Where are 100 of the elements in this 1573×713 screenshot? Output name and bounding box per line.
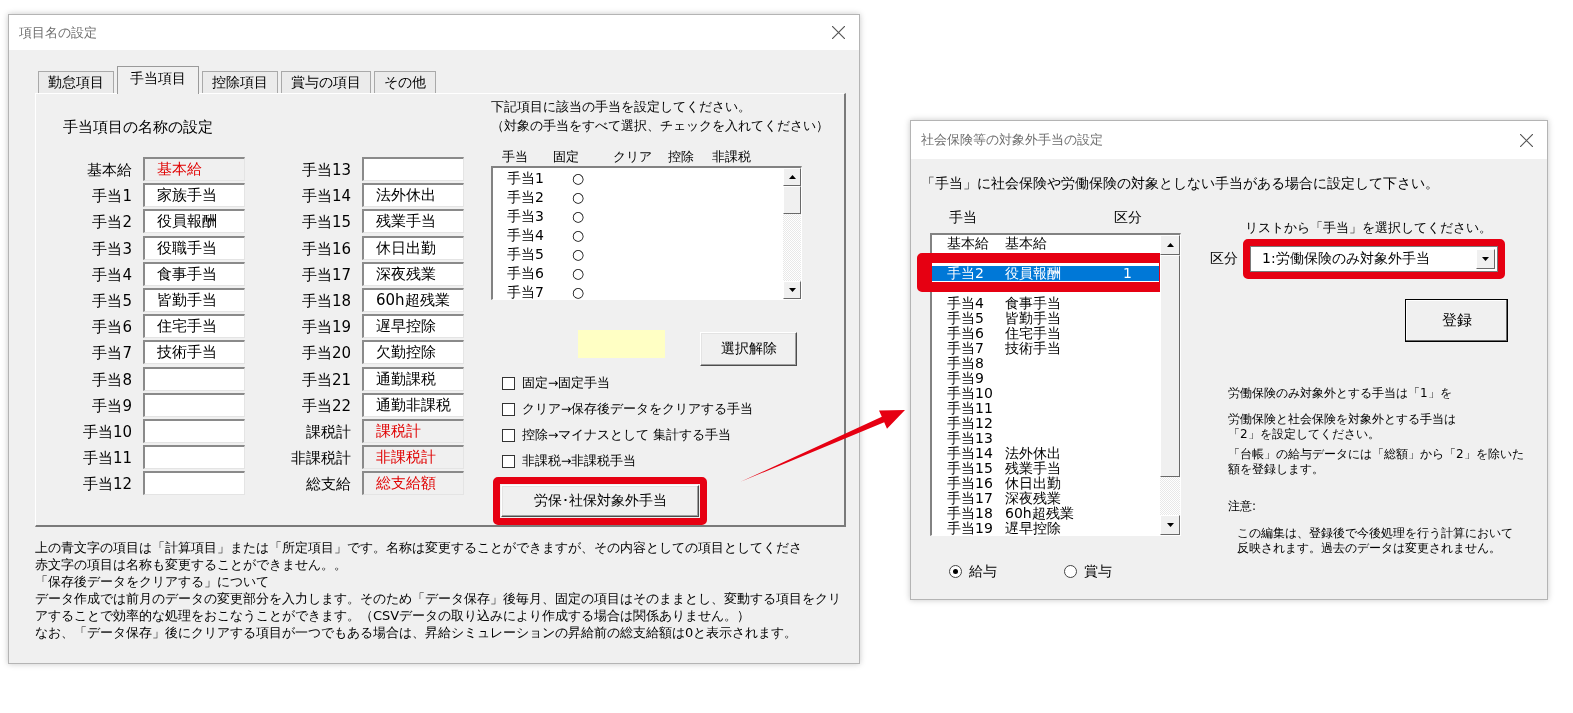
field-label: 手当3 [91,238,132,260]
text-field[interactable]: 家族手当 [143,183,245,208]
checkbox[interactable] [502,428,515,442]
text-field[interactable]: 残業手当 [362,209,464,234]
text-field[interactable] [143,471,245,496]
text-field[interactable] [143,445,245,470]
field-label: 手当6 [91,317,132,339]
list-item[interactable]: 手当13 [932,431,1160,446]
note-text: 「台帳」の給与データには「総額」から「2」を除いた額を登録します。 [1228,447,1525,477]
text-field[interactable] [143,418,245,443]
text-field[interactable]: 通勤課税 [362,366,464,391]
list-item[interactable]: 手当5 ○ [493,245,783,264]
list-item[interactable]: 手当5 皆勤手当 [932,311,1160,326]
text-field[interactable]: 技術手当 [143,340,245,365]
text-field[interactable]: 通勤非課税 [362,392,464,417]
list-item[interactable]: 手当11 [932,401,1160,416]
close-icon [1520,133,1533,147]
list-item[interactable]: 手当16 休日出勤 [932,476,1160,491]
text-field[interactable]: 食事手当 [143,261,245,286]
list-item[interactable]: 手当9 [932,371,1160,386]
list-item[interactable]: 手当12 [932,416,1160,431]
text-field[interactable] [362,157,464,181]
list-item[interactable]: 手当19 遅早控除 [932,521,1160,536]
list-item[interactable]: 手当14 法外休出 [932,446,1160,461]
field-label: 手当18 [300,290,351,312]
text-field[interactable]: 基本給 [143,157,245,181]
text-field[interactable]: 役員報酬 [143,209,245,234]
text-field[interactable]: 皆勤手当 [143,287,245,312]
close-button[interactable] [1520,133,1533,147]
list-item[interactable]: 手当7 技術手当 [932,341,1160,356]
tab[interactable]: 賞与の項目 [281,71,371,93]
scroll-up-button[interactable] [1160,235,1180,255]
list-item[interactable]: 手当6 ○ [493,264,783,283]
list-item[interactable]: 手当17 深夜残業 [932,491,1160,506]
note-text: 労働保険のみ対象外とする手当は「1」を [1228,386,1453,401]
note-text: 上の青文字の項目は「計算項目」または「所定項目」です。名称は変更することができますが、その内容としての項目としてくださ [35,539,803,556]
text-field[interactable]: 非課税計 [362,445,464,470]
category-dropdown[interactable]: 1:労働保険のみ対象外手当 [1250,246,1498,272]
list-item[interactable]: 手当10 [932,386,1160,401]
tab[interactable]: 勤怠項目 [38,71,114,93]
tab[interactable]: 控除項目 [202,71,278,93]
text-field[interactable]: 総支給額 [362,471,464,496]
note-text: 注意: [1228,499,1258,514]
checkbox[interactable] [502,402,515,416]
text-field[interactable]: 役職手当 [143,235,245,260]
field-label: 手当5 [91,290,132,312]
column-header: クリア [613,149,653,164]
dropdown-button[interactable] [1476,249,1495,269]
scrollbar-thumb[interactable] [1160,255,1180,477]
tab[interactable]: その他 [374,71,436,93]
list-item[interactable]: 手当1 ○ [493,169,783,188]
scroll-down-button[interactable] [783,281,801,299]
exempt-allowance-button[interactable]: 労保･社保対象外手当 [501,485,699,517]
list-item[interactable]: 手当15 残業手当 [932,461,1160,476]
scrollbar-thumb[interactable] [783,186,801,214]
list-item[interactable]: 手当8 [932,356,1160,371]
text-field[interactable]: 60h超残業 [362,287,464,312]
hint-text: リストから「手当」を選択してください。 [1245,220,1493,235]
column-header: 区分 [1114,209,1142,225]
instruction-text: 下記項目に該当の手当を設定してください。 [491,98,752,116]
field-label: 手当22 [300,395,351,417]
text-field[interactable]: 住宅手当 [143,314,245,339]
list-item[interactable]: 手当18 60h超残業 [932,506,1160,521]
field-label: 手当16 [300,238,351,260]
list-item[interactable]: 手当4 ○ [493,226,783,245]
list-item[interactable]: 手当7 ○ [493,283,783,302]
checkbox[interactable] [502,376,515,390]
note-text: データ作成では前月のデータの変更部分を入力します。そのため「データ保存」後毎月、固定の項目はそのままとし、変動する項目をクリアすることで効率的な処理をおこなうことができます。（CSVデータの取り込みにより作成する場合は関係ありません。） [35,590,842,624]
list-item[interactable]: 手当6 住宅手当 [932,326,1160,341]
field-label: 手当9 [91,395,132,417]
checkbox-label: 非課税→非課税手当 [522,452,637,470]
text-field[interactable]: 深夜残業 [362,261,464,286]
text-field[interactable] [143,366,245,391]
checkbox-label: 固定→固定手当 [522,374,611,392]
checkbox[interactable] [502,454,515,468]
triangle-down-icon [1166,523,1174,527]
text-field[interactable]: 法外休出 [362,183,464,208]
deselect-button[interactable]: 選択解除 [700,332,797,366]
radio-button[interactable] [949,564,962,578]
radio-button[interactable] [1064,564,1077,578]
register-button[interactable]: 登録 [1405,299,1508,342]
field-label: 手当17 [300,264,351,286]
text-field[interactable]: 遅早控除 [362,314,464,339]
field-label: 手当2 [91,212,132,234]
triangle-up-icon [1166,243,1174,247]
list-item[interactable]: 手当2 役員報酬 1 [932,266,1159,281]
field-label: 手当14 [300,186,351,208]
text-field[interactable] [143,392,245,417]
scroll-up-button[interactable] [783,168,801,186]
list-item[interactable]: 手当3 ○ [493,207,783,226]
list-item[interactable]: 手当4 食事手当 [932,296,1160,311]
field-label: 手当15 [300,212,351,234]
tab[interactable]: 手当項目 [117,66,199,94]
list-item[interactable]: 基本給 基本給 [932,236,1160,251]
text-field[interactable]: 休日出勤 [362,235,464,260]
text-field[interactable]: 欠勤控除 [362,340,464,365]
list-item[interactable]: 手当2 ○ [493,188,783,207]
close-button[interactable] [832,26,845,39]
scroll-down-button[interactable] [1160,515,1180,535]
text-field[interactable]: 課税計 [362,418,464,443]
